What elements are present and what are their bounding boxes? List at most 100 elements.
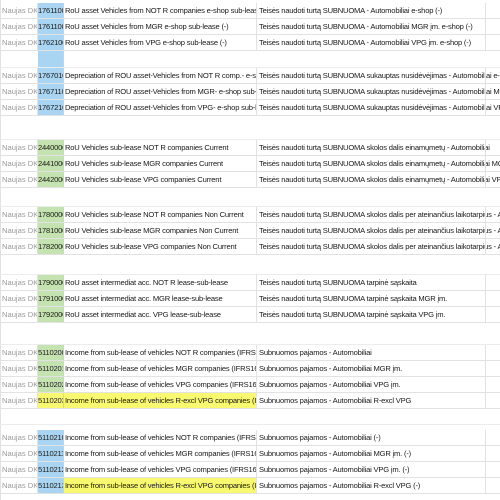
cell-col-a[interactable]: Naujas DK [0, 361, 38, 376]
cell-col-a[interactable]: Naujas DK [0, 19, 38, 34]
cell-col-e[interactable] [485, 275, 500, 290]
cell-col-a[interactable]: Naujas DK [0, 462, 38, 477]
description-lt-cell[interactable]: Teisės naudoti turtą SUBNUOMA - Automobi… [257, 3, 500, 18]
cell-col-a[interactable]: Naujas DK [0, 345, 38, 360]
description-en-cell[interactable]: Income from sub-lease of vehicles MGR co… [64, 361, 257, 376]
account-code-cell[interactable]: 1761100 [38, 19, 64, 34]
description-lt-cell[interactable]: Teisės naudoti turtą SUBNUOMA tarpinė są… [257, 291, 500, 306]
description-lt-cell[interactable]: Subnuomos pajamos - Automobiliai R-excl … [257, 393, 500, 408]
cell-col-a[interactable]: Naujas DK [0, 35, 38, 50]
cell-col-e[interactable] [485, 19, 500, 34]
account-code-cell[interactable]: 1780000 [38, 207, 64, 222]
account-code-cell[interactable]: 5110211 [38, 446, 64, 461]
description-lt-cell[interactable]: Teisės naudoti turtą SUBNUOMA tarpinė są… [257, 307, 500, 322]
description-lt-cell[interactable]: Teisės naudoti turtą SUBNUOMA sukauptas … [257, 68, 500, 83]
cell-col-a[interactable]: Naujas DK [0, 3, 38, 18]
description-lt-cell[interactable]: Subnuomos pajamos - Automobiliai MGR įm.… [257, 446, 500, 461]
cell-col-e[interactable] [485, 361, 500, 376]
description-en-cell[interactable]: RoU Vehicles sub-lease NOT R companies N… [64, 207, 257, 222]
description-en-cell[interactable]: RoU Vehicles sub-lease VPG companies Cur… [64, 172, 257, 187]
cell-col-e[interactable] [485, 307, 500, 322]
description-lt-cell[interactable]: Teisės naudoti turtą SUBNUOMA sukauptas … [257, 100, 500, 115]
description-lt-cell[interactable]: Subnuomos pajamos - Automobiliai [257, 345, 500, 360]
description-en-cell[interactable]: Depreciation of ROU asset-Vehicles from … [64, 100, 257, 115]
account-code-cell[interactable]: 1767210 [38, 100, 64, 115]
cell-col-e[interactable] [485, 291, 500, 306]
cell-col-e[interactable] [485, 377, 500, 392]
cell-col-a[interactable]: Naujas DK [0, 239, 38, 254]
account-code-cell[interactable]: 5110202 [38, 377, 64, 392]
cell-col-a[interactable]: Naujas DK [0, 156, 38, 171]
cell-col-a[interactable]: Naujas DK [0, 275, 38, 290]
cell-col-e[interactable] [485, 156, 500, 171]
description-lt-cell[interactable]: Teisės naudoti turtą SUBNUOMA skolos dal… [257, 223, 500, 238]
description-en-cell[interactable]: RoU asset Vehicles from NOT R companies … [64, 3, 257, 18]
cell-col-a[interactable]: Naujas DK [0, 393, 38, 408]
account-code-cell[interactable]: 2442000 [38, 172, 64, 187]
cell-col-a[interactable]: Naujas DK [0, 84, 38, 99]
account-code-cell[interactable]: 1762100 [38, 35, 64, 50]
description-en-cell[interactable]: Income from sub-lease of vehicles MGR co… [64, 446, 257, 461]
cell-col-a[interactable]: Naujas DK [0, 446, 38, 461]
description-lt-cell[interactable]: Teisės naudoti turtą SUBNUOMA skolos dal… [257, 207, 500, 222]
account-code-cell[interactable]: 5110203 [38, 393, 64, 408]
cell-col-e[interactable] [485, 430, 500, 445]
account-code-cell[interactable]: 5110201 [38, 361, 64, 376]
account-code-cell[interactable]: 5110200 [38, 345, 64, 360]
account-code-cell[interactable]: 2441000 [38, 156, 64, 171]
description-en-cell[interactable]: RoU asset Vehicles from MGR e-shop sub-l… [64, 19, 257, 34]
account-code-cell[interactable]: 5110213 [38, 478, 64, 493]
cell-col-e[interactable] [485, 462, 500, 477]
description-en-cell[interactable]: Income from sub-lease of vehicles VPG co… [64, 377, 257, 392]
description-en-cell[interactable]: RoU Vehicles sub-lease VPG companies Non… [64, 239, 257, 254]
cell-col-a[interactable]: Naujas DK [0, 307, 38, 322]
description-lt-cell[interactable]: Teisės naudoti turtą SUBNUOMA - Automobi… [257, 19, 500, 34]
account-code-cell[interactable]: 1767110 [38, 84, 64, 99]
description-lt-cell[interactable]: Subnuomos pajamos - Automobiliai R-excl … [257, 478, 500, 493]
cell-col-a[interactable]: Naujas DK [0, 140, 38, 155]
description-lt-cell[interactable]: Teisės naudoti turtą SUBNUOMA tarpinė są… [257, 275, 500, 290]
account-code-cell[interactable]: 2440000 [38, 140, 64, 155]
description-lt-cell[interactable]: Subnuomos pajamos - Automobiliai MGR įm. [257, 361, 500, 376]
cell-col-e[interactable] [485, 223, 500, 238]
description-en-cell[interactable]: RoU asset intermediat acc. VPG lease-sub… [64, 307, 257, 322]
description-en-cell[interactable]: RoU Vehicles sub-lease MGR companies Cur… [64, 156, 257, 171]
cell-col-e[interactable] [485, 446, 500, 461]
description-lt-cell[interactable]: Subnuomos pajamos - Automobiliai VPG įm. [257, 377, 500, 392]
description-lt-cell[interactable]: Teisės naudoti turtą SUBNUOMA skolos dal… [257, 156, 500, 171]
cell-col-a[interactable]: Naujas DK [0, 223, 38, 238]
description-lt-cell[interactable]: Teisės naudoti turtą SUBNUOMA sukauptas … [257, 84, 500, 99]
cell-col-a[interactable]: Naujas DK [0, 377, 38, 392]
description-lt-cell[interactable]: Teisės naudoti turtą SUBNUOMA skolos dal… [257, 239, 500, 254]
cell-col-a[interactable]: Naujas DK [0, 207, 38, 222]
account-code-cell[interactable]: 1791000 [38, 291, 64, 306]
description-en-cell[interactable]: Income from sub-lease of vehicles NOT R … [64, 345, 257, 360]
cell-col-e[interactable] [485, 35, 500, 50]
account-code-cell[interactable]: 1790000 [38, 275, 64, 290]
cell-col-e[interactable] [485, 68, 500, 83]
cell-col-e[interactable] [485, 172, 500, 187]
cell-col-e[interactable] [485, 345, 500, 360]
description-en-cell[interactable]: Depreciation of ROU asset-Vehicles from … [64, 84, 257, 99]
description-en-cell[interactable]: Income from sub-lease of vehicles R-excl… [64, 478, 257, 493]
account-code-cell[interactable]: 5110212 [38, 462, 64, 477]
cell-col-e[interactable] [485, 84, 500, 99]
description-lt-cell[interactable]: Subnuomos pajamos - Automobiliai VPG įm.… [257, 462, 500, 477]
description-en-cell[interactable]: RoU asset Vehicles from VPG e-shop sub-l… [64, 35, 257, 50]
cell-col-a[interactable]: Naujas DK [0, 430, 38, 445]
description-en-cell[interactable]: Income from sub-lease of vehicles VPG co… [64, 462, 257, 477]
cell-col-a[interactable]: Naujas DK [0, 291, 38, 306]
account-code-cell[interactable]: 1792000 [38, 307, 64, 322]
cell-col-e[interactable] [485, 478, 500, 493]
cell-col-e[interactable] [485, 393, 500, 408]
description-en-cell[interactable]: Income from sub-lease of vehicles NOT R … [64, 430, 257, 445]
description-en-cell[interactable]: RoU asset intermediat acc. NOT R lease-s… [64, 275, 257, 290]
description-lt-cell[interactable]: Teisės naudoti turtą SUBNUOMA skolos dal… [257, 140, 500, 155]
account-code-cell[interactable]: 5110210 [38, 430, 64, 445]
description-lt-cell[interactable]: Teisės naudoti turtą SUBNUOMA - Automobi… [257, 35, 500, 50]
cell-col-e[interactable] [485, 3, 500, 18]
account-code-cell[interactable]: 1767010 [38, 68, 64, 83]
description-en-cell[interactable]: RoU Vehicles sub-lease NOT R companies C… [64, 140, 257, 155]
description-en-cell[interactable]: RoU asset intermediat acc. MGR lease-sub… [64, 291, 257, 306]
account-code-cell[interactable] [38, 51, 64, 67]
